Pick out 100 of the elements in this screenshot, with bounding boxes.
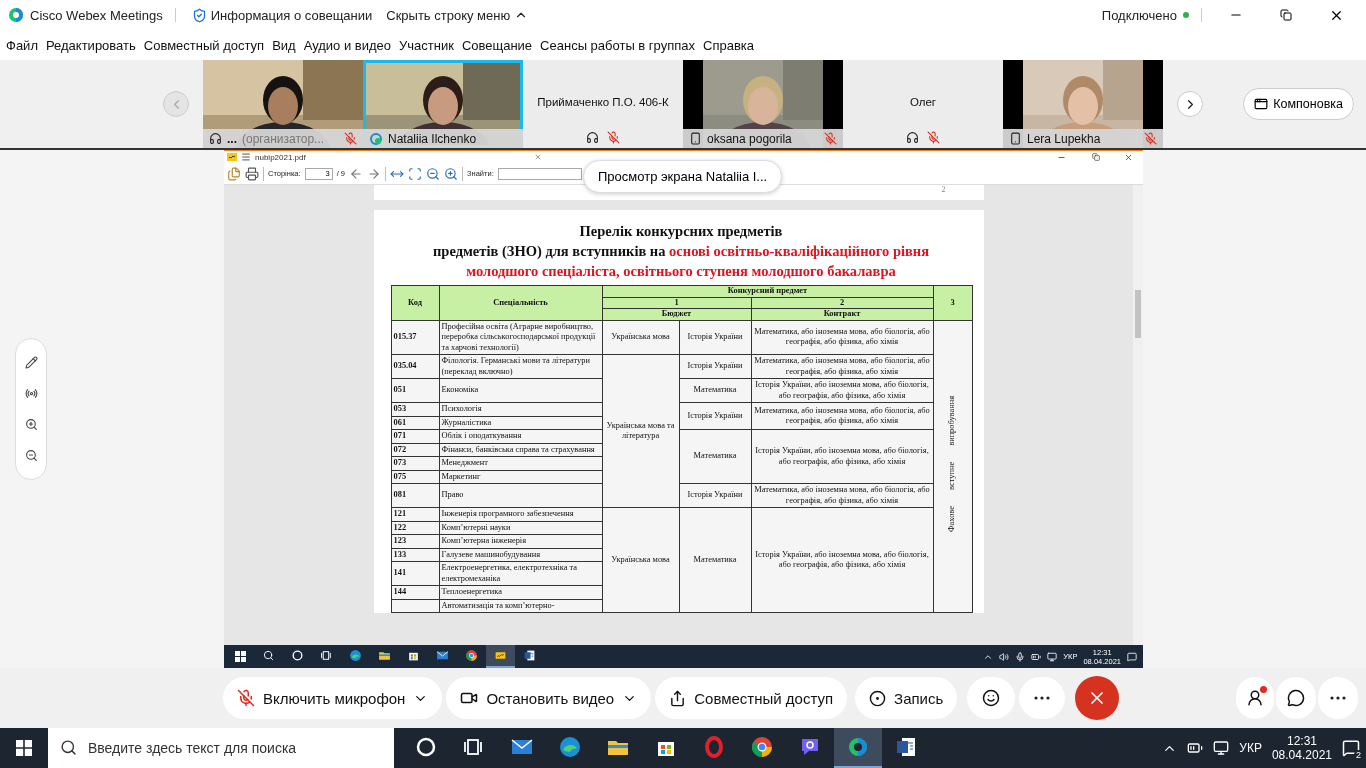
search-icon [263,650,274,661]
participant-name: Приймаченко П.О. 406-К [536,96,670,108]
participant-tile[interactable]: Nataliia Ilchenko [363,60,523,148]
share-button[interactable]: Совместный доступ [655,677,848,719]
meeting-info-button[interactable]: Информация о совещании [187,7,377,23]
table-cell: Електроенергетика, електротехніка та електромеханіка [439,561,602,586]
participant-tile[interactable]: Lera Lupekha [1003,60,1163,148]
volume-icon [999,651,1010,662]
broadcast-icon [24,387,38,400]
smiley-icon [982,689,1001,707]
end-button[interactable] [1075,676,1120,720]
zoom-out-button[interactable] [24,449,38,462]
sphere-icon [846,735,870,759]
table-cell: 035.04 [391,354,439,379]
screen-share-badge: Просмотр экрана Nataliia I... [583,160,783,193]
swirl-icon [349,649,362,662]
menu-item[interactable]: Участник [395,37,458,53]
more-icon [1034,696,1051,700]
menu-item[interactable]: Редактировать [41,37,140,53]
notifications-button[interactable]: 2 [1342,739,1360,757]
chat-icon [1287,689,1305,707]
layout-button[interactable]: Компоновка [1243,88,1354,120]
column-header: 1 [602,297,751,309]
close-tab-icon [533,153,542,161]
column-header: 2 [751,297,933,309]
participant-tile[interactable]: Приймаченко П.О. 406-К [523,60,683,148]
battery-icon [1031,651,1042,662]
scrollbar[interactable] [1133,185,1143,645]
headset-icon [906,130,919,144]
broadcast-button[interactable] [24,387,38,400]
unmute-button[interactable]: Включить микрофон [223,677,443,719]
table-cell: Економіка [439,378,602,403]
next-button[interactable] [1177,91,1203,117]
participant-name: ... [227,131,237,146]
participant-tile[interactable]: oksana pogorila [683,60,843,148]
folder-icon [378,649,391,662]
table-cell: Математика, або іноземна мова, або біологія, або географія, або фізика, або хімія [751,354,933,379]
participant-tile[interactable]: ... (организатор... [203,60,363,148]
participants-button[interactable] [1236,677,1274,719]
headset-icon [209,132,222,145]
ring-icon [702,735,726,759]
table-cell: Математика, або іноземна мова, або біологія, або географія, або фізика, або хімія [751,402,933,430]
menu-item[interactable]: Вид [268,37,300,53]
pen-button[interactable] [24,356,38,369]
document-icon [894,735,918,759]
table-cell: Математика, або іноземна мова, або біологія, або географія, або фізика, або хімія [751,320,933,355]
search-field[interactable]: Введите здесь текст для поиска [48,728,394,768]
table-cell: Право [439,483,602,508]
zoom-out-icon [425,166,440,181]
app-logo-icon [8,7,24,23]
record-icon [869,689,887,707]
zoom-in-button[interactable] [24,418,38,431]
table-cell: Філологія. Германські мови та літератури (переклад включно) [439,354,602,379]
table-cell: Історія України [679,320,751,355]
notifications-icon [1127,651,1137,662]
reactions-button[interactable] [967,677,1016,719]
round-logo-icon [465,649,478,662]
phone-icon [689,132,702,145]
menu-item[interactable]: Совместный доступ [139,37,269,53]
hide-menu-button[interactable]: Скрыть строку меню [382,7,533,23]
table-cell: Українська мова та література [602,354,679,508]
notifications-icon [1342,739,1360,757]
table-cell: Історія України, або іноземна мова, або біологія, або географія, або фізика, або хімія [751,378,933,403]
table-cell: Українська мова [602,507,679,613]
table-cell: Математика, або іноземна мова, або біологія, або географія, або фізика, або хімія [751,483,933,508]
phone-icon [1009,132,1022,145]
menu-item[interactable]: Аудио и видео [299,37,396,53]
menu-item[interactable]: Сеансы работы в группах [536,37,699,53]
participant-role: (организатор... [242,131,325,146]
table-cell: Історія України [679,402,751,430]
menu-item[interactable]: Справка [699,37,758,53]
headset-icon [586,130,599,144]
table-cell: Історія України, або іноземна мова, або біологія, або географія, або фізика, або хімія [751,429,933,484]
menu-item[interactable]: Файл [2,37,42,53]
participant-tile[interactable]: Олег [843,60,1003,148]
menu-item[interactable]: Совещание [457,37,537,53]
page-number: 2 [941,185,946,196]
fit-page-icon [407,166,422,181]
table-cell: Історія України, або іноземна мова, або біологія, або географія, або фізика, або хімія [751,507,933,613]
zoom-out-icon [24,449,38,462]
clock-time: 12:31 [1286,733,1317,748]
chat-button[interactable] [1276,677,1316,719]
swirl-icon [558,735,582,759]
video-button[interactable]: Остановить видео [446,677,652,719]
vertical-label: Фахове вступне випробування [947,396,958,533]
document-title: Перелік конкурсних предметів [578,222,784,241]
circle-icon [414,735,438,759]
previous-page-icon [348,166,363,181]
language-indicator: УКР [1239,741,1262,755]
document-icon [523,649,536,662]
connection-status: Подключено [1101,7,1177,23]
pen-icon [24,356,38,369]
document-subtitle: молодшого спеціаліста, освітнього ступеня молодшого бакалавра [465,262,897,281]
participant-name: Lera Lupekha [1027,131,1101,146]
find-field[interactable] [497,167,582,180]
column-header: 3 [933,285,972,320]
taskbar-button[interactable] [834,728,882,768]
record-button[interactable]: Запись [855,677,958,719]
column-header: Код [391,285,439,320]
restore-icon [1280,9,1292,21]
